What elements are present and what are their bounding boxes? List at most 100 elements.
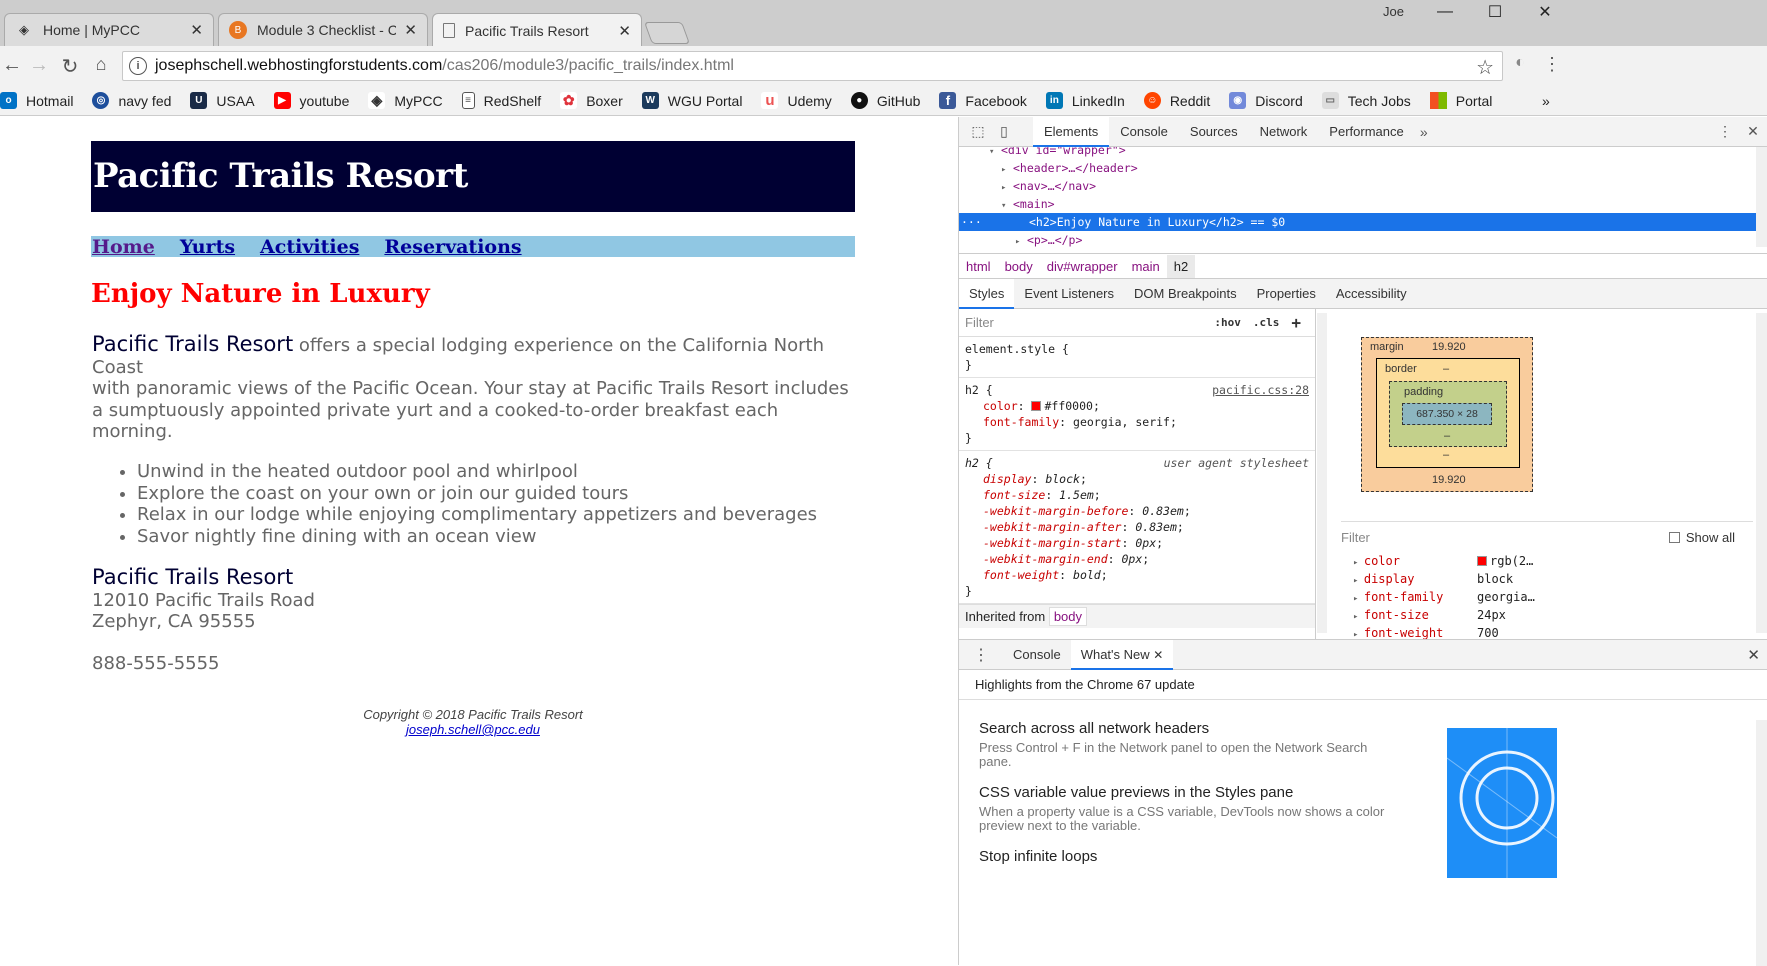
minimize-icon[interactable]: — bbox=[1420, 0, 1470, 24]
tab-console[interactable]: Console bbox=[1109, 117, 1179, 147]
bookmark-udemy[interactable]: u Udemy bbox=[761, 92, 832, 109]
bookmark-tech-jobs[interactable]: ▭ Tech Jobs bbox=[1321, 92, 1411, 109]
close-drawer-icon[interactable]: ✕ bbox=[1747, 646, 1760, 664]
nav-reservations-link[interactable]: Reservations bbox=[384, 236, 521, 258]
dom-node[interactable]: ▸ <nav>…</nav> bbox=[959, 177, 1756, 195]
computed-scrollbar[interactable] bbox=[1756, 313, 1767, 633]
computed-prop-name: font-size bbox=[1363, 608, 1429, 622]
maximize-icon[interactable]: ☐ bbox=[1470, 0, 1520, 24]
address-bar[interactable]: i josephschell.webhostingforstudents.com… bbox=[122, 51, 1503, 81]
styles-scrollbar[interactable] bbox=[1317, 313, 1327, 633]
back-icon[interactable]: ← bbox=[0, 54, 24, 77]
tab-elements[interactable]: Elements bbox=[1033, 116, 1110, 147]
forward-icon[interactable]: → bbox=[27, 54, 51, 77]
more-bookmarks-icon[interactable]: » bbox=[1542, 93, 1550, 109]
close-tab-icon[interactable]: ✕ bbox=[1153, 648, 1163, 662]
bookmark-reddit[interactable]: ☺ Reddit bbox=[1143, 92, 1210, 109]
rule-source-link[interactable]: pacific.css:28 bbox=[1212, 382, 1309, 398]
subtab-event-listeners[interactable]: Event Listeners bbox=[1014, 279, 1124, 309]
mypcc-icon: ◈ bbox=[19, 22, 29, 37]
crumb-main[interactable]: main bbox=[1125, 259, 1167, 274]
subtab-styles[interactable]: Styles bbox=[959, 278, 1015, 309]
css-property[interactable]: font-family: georgia, serif; bbox=[965, 414, 1309, 430]
crumb-html[interactable]: html bbox=[959, 259, 998, 274]
css-property[interactable]: color: #ff0000; bbox=[965, 398, 1309, 414]
tab-module3[interactable]: B Module 3 Checklist - CAS ✕ bbox=[218, 13, 428, 46]
dom-node[interactable]: ▾ <main> bbox=[959, 195, 1756, 213]
nav-activities-link[interactable]: Activities bbox=[260, 236, 359, 258]
computed-prop[interactable]: ▸ display block bbox=[1341, 570, 1753, 588]
drawer-menu-icon[interactable]: ⋮ bbox=[959, 645, 1003, 665]
styles-filter-input[interactable]: Filter bbox=[965, 312, 1214, 334]
new-rule-icon[interactable]: + bbox=[1291, 313, 1301, 332]
drawer-tab-console[interactable]: Console bbox=[1003, 640, 1071, 670]
crumb-body[interactable]: body bbox=[998, 259, 1040, 274]
dom-scrollbar[interactable] bbox=[1756, 147, 1767, 247]
drawer-scrollbar[interactable] bbox=[1756, 720, 1767, 966]
dom-node[interactable]: ▾ <div id="wrapper"> bbox=[959, 147, 1756, 159]
dom-node[interactable]: ▸ <header>…</header> bbox=[959, 159, 1756, 177]
hov-toggle[interactable]: :hov bbox=[1214, 316, 1241, 329]
news-item[interactable]: Search across all network headers Press … bbox=[979, 720, 1399, 769]
show-all-checkbox[interactable] bbox=[1668, 531, 1680, 543]
css-rule-pacific: h2 {pacific.css:28 color: #ff0000; font-… bbox=[959, 378, 1315, 451]
close-tab-icon[interactable]: ✕ bbox=[404, 21, 417, 39]
computed-prop[interactable]: ▸ font-family georgia… bbox=[1341, 588, 1753, 606]
computed-prop[interactable]: ▸ font-size 24px bbox=[1341, 606, 1753, 624]
bookmark-mypcc[interactable]: ◈ MyPCC bbox=[368, 92, 443, 109]
color-swatch[interactable] bbox=[1031, 401, 1042, 411]
bookmark-boxer[interactable]: ✿ Boxer bbox=[560, 92, 623, 109]
computed-filter-input[interactable]: Filter bbox=[1341, 530, 1669, 545]
tab-sources[interactable]: Sources bbox=[1179, 117, 1249, 147]
tab-network[interactable]: Network bbox=[1249, 117, 1319, 147]
bookmark-linkedin[interactable]: in LinkedIn bbox=[1045, 92, 1125, 109]
bookmark-facebook[interactable]: f Facebook bbox=[939, 92, 1027, 109]
reload-icon[interactable]: ↻ bbox=[58, 54, 82, 79]
bookmark-label: youtube bbox=[299, 92, 350, 109]
bookmark-usaa[interactable]: U USAA bbox=[190, 92, 255, 109]
close-tab-icon[interactable]: ✕ bbox=[190, 21, 203, 39]
crumb-wrapper[interactable]: div#wrapper bbox=[1040, 259, 1125, 274]
extension-icon[interactable]: ◐ bbox=[1508, 54, 1532, 72]
drawer-tab-whats-new[interactable]: What's New ✕ bbox=[1070, 639, 1174, 670]
device-toolbar-icon[interactable]: ▯ bbox=[995, 123, 1013, 141]
bookmark-youtube[interactable]: ▶ youtube bbox=[273, 92, 350, 109]
inherited-element-link[interactable]: body bbox=[1048, 607, 1088, 626]
new-tab-button[interactable] bbox=[643, 22, 691, 44]
dom-node-selected[interactable]: ··· <h2>Enjoy Nature in Luxury</h2> == $0 bbox=[959, 213, 1756, 231]
tab-mypcc[interactable]: ◈ Home | MyPCC ✕ bbox=[4, 13, 214, 46]
subtab-properties[interactable]: Properties bbox=[1247, 279, 1326, 309]
close-devtools-icon[interactable]: ✕ bbox=[1744, 123, 1762, 141]
dom-node[interactable]: ▸ <p>…</p> bbox=[959, 231, 1756, 247]
profile-name[interactable]: Joe bbox=[1383, 4, 1404, 19]
subtab-accessibility[interactable]: Accessibility bbox=[1326, 279, 1417, 309]
bookmark-star-icon[interactable]: ☆ bbox=[1476, 55, 1494, 80]
more-tabs-icon[interactable]: » bbox=[1415, 123, 1433, 141]
news-item[interactable]: Stop infinite loops bbox=[979, 848, 1399, 869]
nav-home-link[interactable]: Home bbox=[92, 236, 155, 258]
kebab-menu-icon[interactable]: ⋮ bbox=[1716, 123, 1734, 141]
bookmark-hotmail[interactable]: o Hotmail bbox=[0, 92, 73, 109]
tab-pacific-trails[interactable]: Pacific Trails Resort ✕ bbox=[432, 13, 642, 47]
news-item[interactable]: CSS variable value previews in the Style… bbox=[979, 784, 1399, 833]
bookmark-portal[interactable]: Portal bbox=[1429, 92, 1492, 109]
menu-icon[interactable]: ⋮ bbox=[1540, 54, 1564, 75]
bookmark-github[interactable]: ● GitHub bbox=[850, 92, 920, 109]
bookmark-discord[interactable]: ◉ Discord bbox=[1229, 92, 1303, 109]
email-link[interactable]: joseph.schell@pcc.edu bbox=[406, 722, 540, 737]
inspect-icon[interactable]: ⬚ bbox=[969, 123, 987, 141]
subtab-dom-breakpoints[interactable]: DOM Breakpoints bbox=[1124, 279, 1247, 309]
close-tab-icon[interactable]: ✕ bbox=[618, 22, 631, 40]
bookmark-navy-fed[interactable]: ◎ navy fed bbox=[92, 92, 171, 109]
cls-toggle[interactable]: .cls bbox=[1253, 316, 1280, 329]
crumb-h2[interactable]: h2 bbox=[1166, 254, 1196, 278]
bookmark-redshelf[interactable]: ≡ RedShelf bbox=[461, 92, 541, 109]
home-icon[interactable]: ⌂ bbox=[89, 54, 113, 75]
bookmark-wgu[interactable]: W WGU Portal bbox=[641, 92, 742, 109]
tab-title: Pacific Trails Resort bbox=[465, 22, 589, 39]
info-icon[interactable]: i bbox=[129, 57, 147, 75]
computed-prop[interactable]: ▸ color rgb(2… bbox=[1341, 552, 1753, 570]
nav-yurts-link[interactable]: Yurts bbox=[180, 236, 235, 258]
tab-performance[interactable]: Performance bbox=[1318, 117, 1414, 147]
close-window-icon[interactable]: ✕ bbox=[1520, 0, 1570, 24]
